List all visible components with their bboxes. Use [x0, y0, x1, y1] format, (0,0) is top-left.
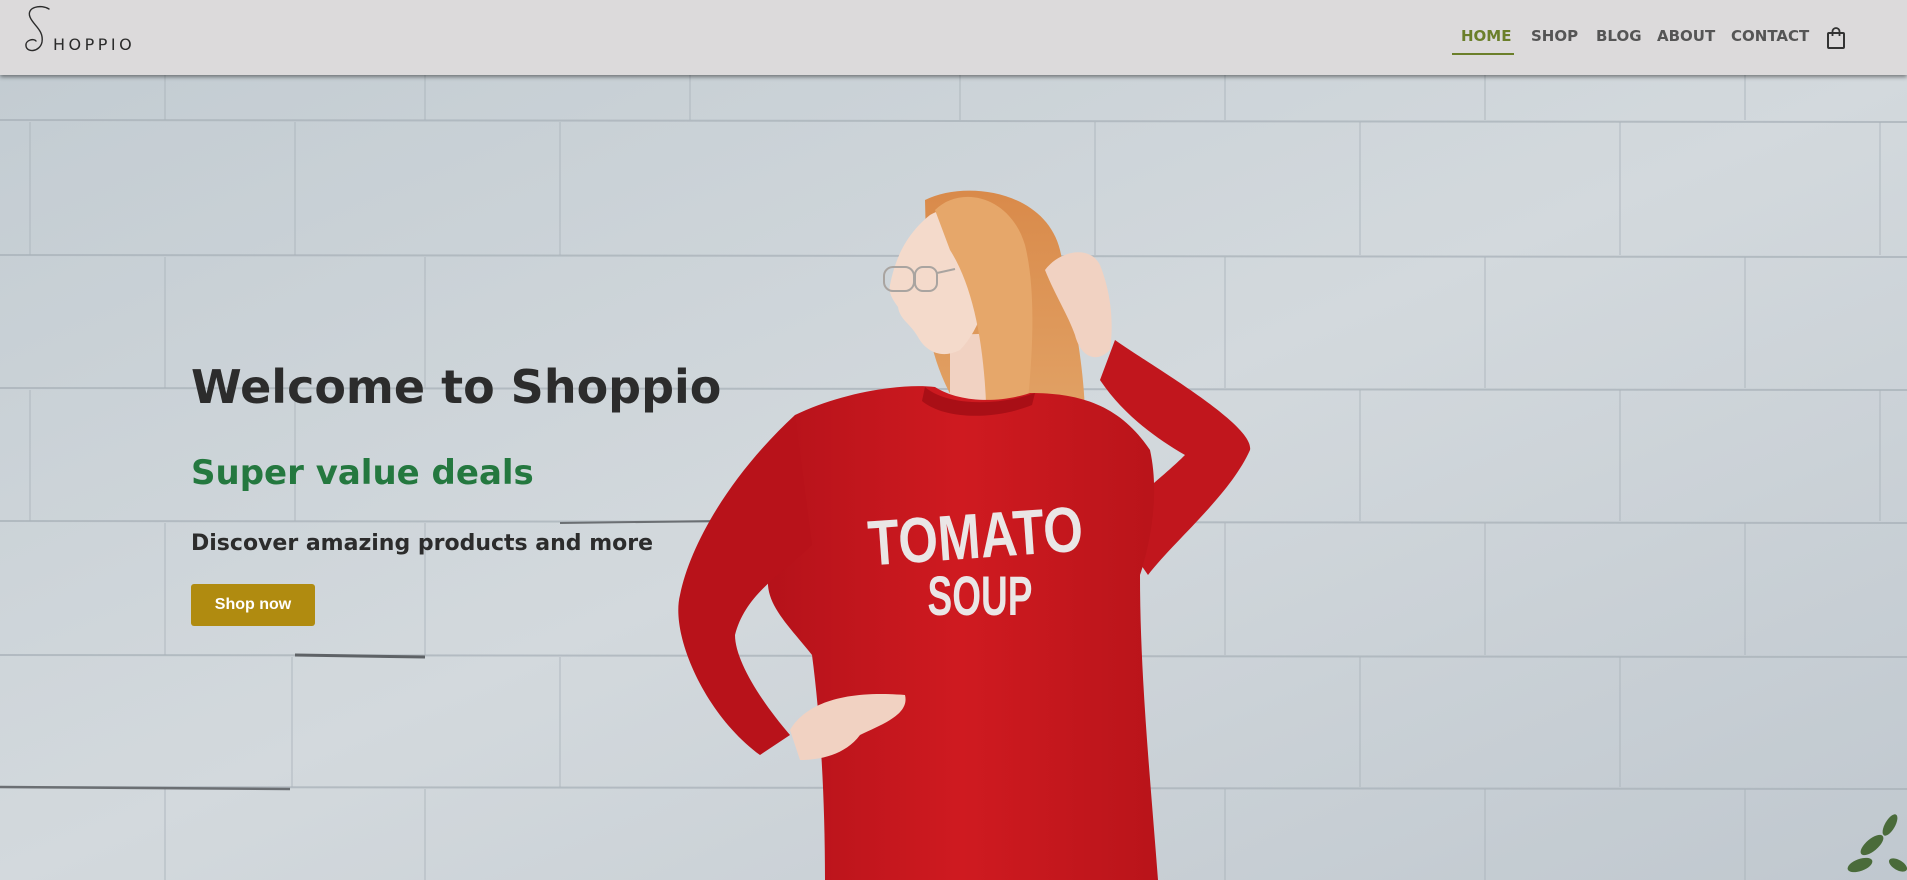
shoppio-logo[interactable]: HOPPIO — [22, 4, 152, 56]
nav-item-home[interactable]: HOME — [1461, 27, 1511, 45]
nav-item-shop[interactable]: SHOP — [1531, 27, 1578, 45]
nav-item-blog[interactable]: BLOG — [1596, 27, 1642, 45]
hero-description: Discover amazing products and more — [191, 531, 654, 556]
logo-script-s-icon — [25, 5, 50, 52]
main-nav: HOME SHOP BLOG ABOUT CONTACT — [1437, 0, 1907, 75]
shopping-bag-icon[interactable] — [1825, 26, 1847, 50]
top-navbar: HOPPIO HOME SHOP BLOG ABOUT CONTACT — [0, 0, 1907, 75]
shop-now-button[interactable]: Shop now — [191, 584, 315, 626]
nav-item-about[interactable]: ABOUT — [1657, 27, 1715, 45]
hero-banner: TOMATO SOUP Welcome to Shoppio Super val… — [0, 75, 1907, 880]
logo-text: HOPPIO — [53, 35, 136, 54]
active-nav-underline — [1452, 53, 1514, 55]
sweater-print-line2: SOUP — [928, 564, 1033, 627]
nav-item-contact[interactable]: CONTACT — [1731, 27, 1809, 45]
hero-subtitle: Super value deals — [191, 453, 534, 493]
hero-title: Welcome to Shoppio — [191, 360, 722, 414]
